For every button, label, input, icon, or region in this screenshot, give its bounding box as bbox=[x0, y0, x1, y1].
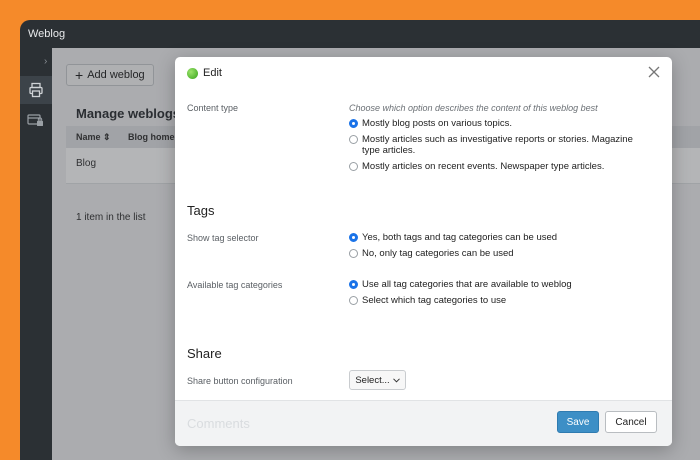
content-type-option-magazine[interactable]: Mostly articles such as investigative re… bbox=[349, 134, 649, 156]
printer-icon bbox=[29, 82, 43, 98]
app-title: Weblog bbox=[28, 28, 66, 40]
collapse-rail-icon[interactable]: › bbox=[44, 56, 47, 67]
close-icon[interactable] bbox=[648, 66, 660, 78]
share-config-label: Share button configuration bbox=[187, 376, 293, 386]
radio[interactable] bbox=[349, 296, 358, 305]
tag-categories-option-all[interactable]: Use all tag categories that are availabl… bbox=[349, 279, 572, 290]
rail-item-weblogs[interactable] bbox=[20, 76, 52, 104]
save-button[interactable]: Save bbox=[557, 411, 599, 433]
card-lock-icon bbox=[27, 114, 43, 126]
share-config-select[interactable]: Select... bbox=[349, 370, 406, 390]
cancel-button[interactable]: Cancel bbox=[605, 411, 657, 433]
edit-dialog: Edit Content type Choose which option de… bbox=[175, 57, 672, 446]
content-type-hint: Choose which option describes the conten… bbox=[349, 103, 598, 113]
radio-checked[interactable] bbox=[349, 233, 358, 242]
tag-categories-option-select[interactable]: Select which tag categories to use bbox=[349, 295, 506, 306]
chevron-down-icon bbox=[392, 377, 400, 383]
share-heading: Share bbox=[187, 346, 222, 361]
tag-categories-label: Available tag categories bbox=[187, 280, 283, 290]
tag-selector-option-categories[interactable]: No, only tag categories can be used bbox=[349, 248, 514, 259]
radio-checked[interactable] bbox=[349, 119, 358, 128]
comments-heading-faded: Comments bbox=[187, 416, 250, 431]
content-type-label: Content type bbox=[187, 103, 239, 113]
status-dot-icon bbox=[187, 68, 198, 79]
dialog-footer: Comments Save Cancel bbox=[175, 400, 672, 446]
tag-selector-label: Show tag selector bbox=[187, 233, 259, 243]
dialog-header: Edit bbox=[175, 57, 672, 91]
radio[interactable] bbox=[349, 162, 358, 171]
radio-checked[interactable] bbox=[349, 280, 358, 289]
tags-heading: Tags bbox=[187, 203, 215, 218]
content-type-option-blog[interactable]: Mostly blog posts on various topics. bbox=[349, 118, 512, 129]
radio[interactable] bbox=[349, 135, 358, 144]
radio[interactable] bbox=[349, 249, 358, 258]
content-type-option-newspaper[interactable]: Mostly articles on recent events. Newspa… bbox=[349, 161, 604, 172]
tag-selector-option-both[interactable]: Yes, both tags and tag categories can be… bbox=[349, 232, 557, 243]
dialog-title: Edit bbox=[203, 67, 222, 79]
rail-item-settings[interactable] bbox=[20, 106, 52, 134]
side-rail: › bbox=[20, 48, 52, 460]
